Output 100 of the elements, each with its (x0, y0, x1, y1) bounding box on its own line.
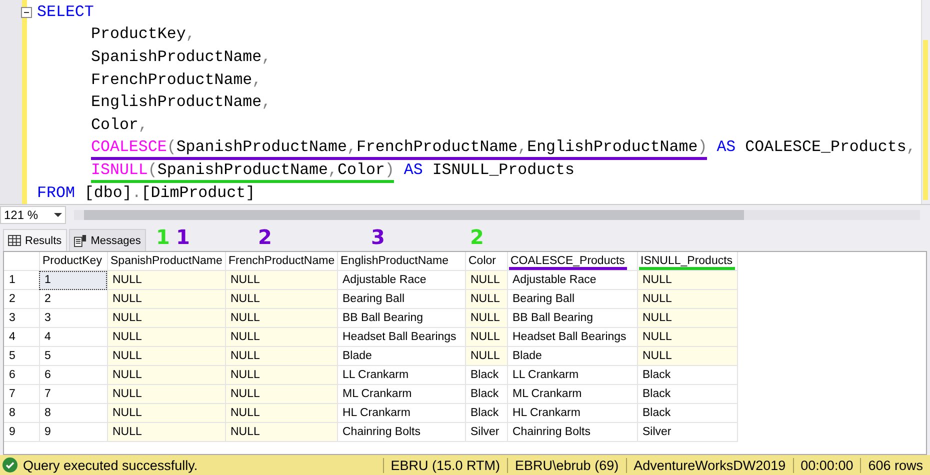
column-header[interactable]: FrenchProductName (228, 255, 335, 268)
table-cell: 9 (39, 422, 107, 442)
status-message: Query executed successfully. (23, 458, 199, 473)
table-cell: HL Crankarm (507, 404, 637, 423)
zoom-dropdown[interactable]: 121 % (0, 206, 66, 224)
table-cell: NULL (637, 328, 737, 347)
table-cell: Bearing Ball (337, 290, 465, 309)
table-cell: NULL (107, 384, 225, 404)
table-cell: NULL (637, 290, 737, 309)
table-cell: Black (465, 404, 507, 423)
table-cell: NULL (107, 290, 225, 309)
row-number[interactable]: 5 (4, 346, 39, 366)
table-cell: Chainring Bolts (507, 422, 637, 442)
table-cell: Headset Ball Bearings (337, 328, 465, 347)
row-number[interactable]: 9 (4, 422, 39, 442)
table-cell: NULL (637, 346, 737, 366)
table-cell: NULL (107, 404, 225, 423)
handwritten-number: 3 (371, 226, 385, 248)
table-cell: NULL (225, 346, 337, 366)
table-cell: NULL (107, 422, 225, 442)
code-text: AS COALESCE_Products, (716, 138, 916, 158)
column-header[interactable]: COALESCE_Products (510, 255, 625, 268)
table-cell: 7 (39, 384, 107, 404)
table-cell: Black (637, 384, 737, 404)
results-tab[interactable]: Results (3, 229, 67, 252)
handwritten-number: 2 (470, 226, 484, 248)
code-text: AS ISNULL_Products (402, 160, 575, 180)
table-cell: NULL (107, 328, 225, 347)
table-cell: NULL (225, 290, 337, 309)
table-cell: 4 (39, 328, 107, 347)
code-text: SELECT (37, 2, 94, 22)
table-cell: NULL (465, 290, 507, 309)
table-cell: NULL (107, 308, 225, 328)
table-cell: NULL (637, 270, 737, 290)
handwritten-number: 2 (258, 226, 272, 248)
vertical-scrollbar[interactable] (921, 0, 930, 204)
code-text: COALESCE(SpanishProductName,FrenchProductName,EnglishProductName) (91, 138, 708, 158)
handwritten-number: 1 (156, 226, 170, 248)
table-cell: Silver (637, 422, 737, 442)
code-text: FrenchProductName, (91, 70, 262, 90)
table-cell: NULL (225, 328, 337, 347)
table-cell: NULL (107, 346, 225, 366)
table-cell: LL Crankarm (337, 366, 465, 385)
row-number[interactable]: 8 (4, 404, 39, 423)
table-cell: 8 (39, 404, 107, 423)
code-text: FROM [dbo].[DimProduct] (37, 184, 256, 203)
table-cell: 3 (39, 308, 107, 328)
column-header[interactable]: ISNULL_Products (640, 255, 733, 268)
table-cell: NULL (107, 270, 225, 290)
status-item: EBRU\ebrub (69) (507, 458, 626, 473)
row-number[interactable]: 7 (4, 384, 39, 404)
table-cell: LL Crankarm (507, 366, 637, 385)
column-header[interactable]: ProductKey (42, 255, 102, 268)
table-cell: Chainring Bolts (337, 422, 465, 442)
code-text: ProductKey, (91, 25, 196, 44)
row-number[interactable]: 3 (4, 308, 39, 328)
table-cell: Headset Ball Bearings (507, 328, 637, 347)
results-tab[interactable]: Messages (68, 229, 146, 252)
table-cell: NULL (107, 366, 225, 385)
handwritten-number: 1 (176, 226, 190, 248)
success-check-icon (2, 457, 18, 474)
table-cell: 5 (39, 346, 107, 366)
table-cell: NULL (225, 308, 337, 328)
table-cell: Black (465, 366, 507, 385)
column-header[interactable]: SpanishProductName (110, 255, 222, 268)
table-cell: NULL (465, 346, 507, 366)
table-cell: Adjustable Race (337, 270, 465, 290)
table-cell: NULL (465, 270, 507, 290)
status-item: AdventureWorksDW2019 (626, 458, 793, 473)
document-icon (74, 234, 87, 247)
table-cell: 6 (39, 366, 107, 385)
status-item: 606 rows (860, 458, 930, 473)
table-cell: NULL (225, 270, 337, 290)
code-text: Color, (91, 116, 148, 135)
column-header[interactable]: EnglishProductName (340, 255, 449, 268)
code-text: ISNULL(SpanishProductName,Color) (91, 160, 394, 180)
code-text: SpanishProductName, (91, 48, 272, 67)
horizontal-scrollbar[interactable] (74, 210, 920, 220)
row-number[interactable]: 6 (4, 366, 39, 385)
table-cell: 2 (39, 290, 107, 309)
row-number[interactable]: 4 (4, 328, 39, 347)
status-item: EBRU (15.0 RTM) (382, 458, 508, 473)
table-cell: Silver (465, 422, 507, 442)
column-header[interactable]: Color (468, 255, 496, 268)
table-cell: NULL (465, 308, 507, 328)
table-cell: Adjustable Race (507, 270, 637, 290)
grid-icon (8, 235, 21, 246)
table-cell: Black (465, 384, 507, 404)
table-cell: Bearing Ball (507, 290, 637, 309)
table-cell: 1 (39, 270, 107, 290)
table-cell: ML Crankarm (507, 384, 637, 404)
collapse-icon[interactable] (21, 6, 32, 18)
table-cell: Blade (337, 346, 465, 366)
table-cell: NULL (637, 308, 737, 328)
row-number[interactable]: 2 (4, 290, 39, 309)
table-cell: Black (637, 366, 737, 385)
table-cell: NULL (225, 422, 337, 442)
table-cell: Black (637, 404, 737, 423)
table-cell: NULL (225, 404, 337, 423)
table-cell: BB Ball Bearing (337, 308, 465, 328)
